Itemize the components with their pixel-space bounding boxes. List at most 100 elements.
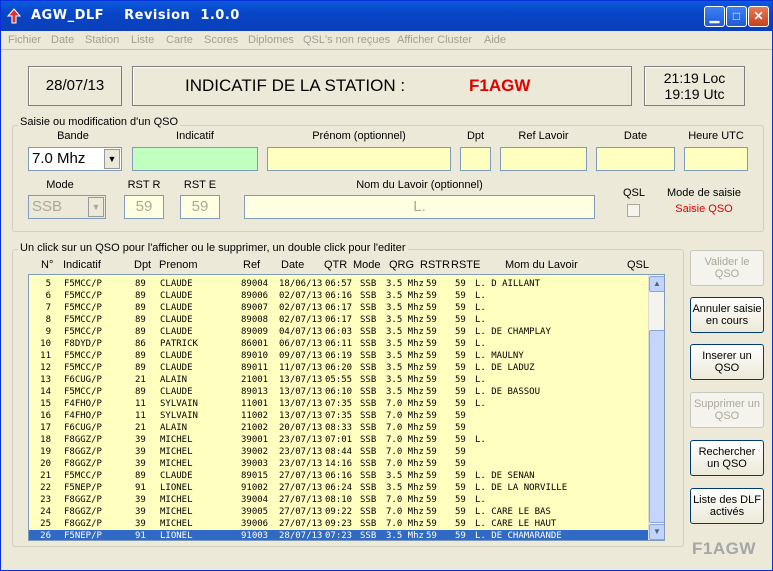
rste-input[interactable]: 59 [180, 195, 220, 219]
col-qsl: QSL [627, 259, 650, 271]
table-cell: 27/07/13 [279, 519, 323, 529]
table-row[interactable]: 6 F5MCC/P 89 CLAUDE 89006 02/07/13 06:16 SSB 3.5… [29, 290, 649, 302]
table-cell: 3.5 Mhz [386, 363, 424, 373]
menu-afficher-cluster[interactable]: Afficher Cluster [397, 34, 472, 46]
menu-diplomes[interactable]: Diplomes [248, 34, 294, 46]
table-cell: F5NEP/P [64, 531, 102, 541]
qsl-checkbox[interactable] [627, 204, 640, 217]
table-cell: 7.0 Mhz [386, 423, 424, 433]
table-row[interactable]: 21 F5MCC/P 89 CLAUDE 89015 27/07/13 06:16 SSB 3.… [29, 470, 649, 482]
menu-qsl-non-recues[interactable]: QSL's non reçues [303, 34, 390, 46]
menu-carte[interactable]: Carte [166, 34, 193, 46]
table-cell: SSB [360, 375, 377, 385]
rstr-input[interactable]: 59 [124, 195, 164, 219]
table-cell: 59 [426, 411, 437, 421]
indicatif-input[interactable] [132, 147, 258, 171]
qsl-label: QSL [622, 187, 645, 199]
table-cell: CLAUDE [160, 279, 193, 289]
table-cell: SSB [360, 303, 377, 313]
bande-value: 7.0 Mhz [32, 150, 86, 167]
menu-fichier[interactable]: Fichier [8, 34, 41, 46]
scroll-up-button[interactable]: ▲ [649, 276, 664, 292]
table-row[interactable]: 17 F6CUG/P 21 ALAIN 21002 20/07/13 08:33 SSB 7.0… [29, 422, 649, 434]
table-cell: 89 [135, 387, 146, 397]
table-cell: 59 [426, 375, 437, 385]
table-row[interactable]: 26 F5NEP/P 91 LIONEL 91003 28/07/13 07:23 SSB 3.… [29, 530, 649, 541]
col-date: Date [281, 259, 305, 271]
table-row[interactable]: 7 F5MCC/P 89 CLAUDE 89007 02/07/13 06:17 SSB 3.5… [29, 302, 649, 314]
table-row[interactable]: 9 F5MCC/P 89 CLAUDE 89009 04/07/13 06:03 SSB 3.5… [29, 326, 649, 338]
table-row[interactable]: 5 F5MCC/P 89 CLAUDE 89004 18/06/13 06:57 SSB 3.5… [29, 278, 649, 290]
dpt-input[interactable] [460, 147, 491, 171]
table-row[interactable]: 16 F4FHO/P 11 SYLVAIN 11002 13/07/13 07:35 SSB 7… [29, 410, 649, 422]
table-cell: 26 [40, 531, 51, 541]
minimize-button[interactable]: ▁ [704, 6, 725, 27]
table-cell: 3.5 Mhz [386, 327, 424, 337]
table-cell: SSB [360, 435, 377, 445]
supprimer-qso-button[interactable]: Supprimer un QSO [690, 392, 764, 428]
bande-select[interactable]: 7.0 Mhz ▼ [28, 147, 122, 171]
maximize-button[interactable]: □ [726, 6, 747, 27]
table-row[interactable]: 11 F5MCC/P 89 CLAUDE 89010 09/07/13 06:19 SSB 3.… [29, 350, 649, 362]
table-cell: 39 [135, 447, 146, 457]
table-row[interactable]: 8 F5MCC/P 89 CLAUDE 89008 02/07/13 06:17 SSB 3.5… [29, 314, 649, 326]
table-row[interactable]: 20 F8GGZ/P 39 MICHEL 39003 23/07/13 14:16 SSB 7.… [29, 458, 649, 470]
table-cell: 06:10 [325, 387, 353, 397]
heure-utc-input[interactable] [684, 147, 748, 171]
table-cell: L. [475, 435, 486, 445]
liste-dlf-button[interactable]: Liste des DLF activés [690, 488, 764, 524]
table-cell: SSB [360, 447, 377, 457]
table-row[interactable]: 12 F5MCC/P 89 CLAUDE 89011 11/07/13 06:20 SSB 3.… [29, 362, 649, 374]
lavoir-input[interactable]: L. [244, 195, 595, 219]
title-bar[interactable]: AGW_DLF Revision 1.0.0 ▁ □ ✕ [1, 1, 772, 31]
table-cell: 09:22 [325, 507, 353, 517]
table-row[interactable]: 25 F8GGZ/P 39 MICHEL 39006 27/07/13 09:23 SSB 7.… [29, 518, 649, 530]
table-cell: 59 [455, 315, 466, 325]
col-qtr: QTR [324, 259, 348, 271]
col-rste: RSTE [451, 259, 481, 271]
rechercher-qso-button[interactable]: Rechercher un QSO [690, 440, 764, 476]
date-input[interactable] [596, 147, 675, 171]
table-cell: 27/07/13 [279, 483, 323, 493]
table-cell: 39005 [241, 507, 269, 517]
table-cell: SSB [360, 279, 377, 289]
scroll-down-button[interactable]: ▼ [649, 524, 664, 540]
table-row[interactable]: 22 F5NEP/P 91 LIONEL 91002 27/07/13 06:24 SSB 3.… [29, 482, 649, 494]
menu-station[interactable]: Station [85, 34, 119, 46]
table-cell: 91003 [241, 531, 269, 541]
table-row[interactable]: 23 F8GGZ/P 39 MICHEL 39004 27/07/13 08:10 SSB 7.… [29, 494, 649, 506]
lavoir-label: Nom du Lavoir (optionnel) [356, 179, 483, 191]
table-row[interactable]: 19 F8GGZ/P 39 MICHEL 39002 23/07/13 08:44 SSB 7.… [29, 446, 649, 458]
table-cell: CLAUDE [160, 387, 193, 397]
table-cell: 39 [135, 459, 146, 469]
menu-scores[interactable]: Scores [204, 34, 238, 46]
table-cell: 13/07/13 [279, 387, 323, 397]
inserer-qso-button[interactable]: Inserer un QSO [690, 344, 764, 380]
station-callsign: F1AGW [469, 76, 531, 95]
table-cell: SYLVAIN [160, 399, 198, 409]
table-row[interactable]: 13 F6CUG/P 21 ALAIN 21001 13/07/13 05:55 SSB 3.5… [29, 374, 649, 386]
ref-lavoir-input[interactable] [500, 147, 587, 171]
annuler-saisie-button[interactable]: Annuler saisie en cours [690, 297, 764, 333]
table-cell: F8GGZ/P [64, 495, 102, 505]
table-row[interactable]: 10 F8DYD/P 86 PATRICK 86001 06/07/13 06:11 SSB 3… [29, 338, 649, 350]
table-row[interactable]: 24 F8GGZ/P 39 MICHEL 39005 27/07/13 09:22 SSB 7.… [29, 506, 649, 518]
scroll-thumb[interactable] [649, 330, 664, 523]
table-row[interactable]: 18 F8GGZ/P 39 MICHEL 39001 23/07/13 07:01 SSB 7.… [29, 434, 649, 446]
table-cell: 18/06/13 [279, 279, 323, 289]
close-button[interactable]: ✕ [748, 6, 769, 27]
mode-select[interactable]: SSB ▼ [28, 195, 106, 219]
table-row[interactable]: 15 F4FHO/P 11 SYLVAIN 11001 13/07/13 07:35 SSB 7… [29, 398, 649, 410]
table-cell: 59 [426, 507, 437, 517]
prenom-input[interactable] [267, 147, 451, 171]
table-row[interactable]: 14 F5MCC/P 89 CLAUDE 89013 13/07/13 06:10 SSB 3.… [29, 386, 649, 398]
menu-liste[interactable]: Liste [131, 34, 154, 46]
table-cell: F5MCC/P [64, 387, 102, 397]
qso-list[interactable]: 5 F5MCC/P 89 CLAUDE 89004 18/06/13 06:57 SSB 3.5… [28, 274, 665, 541]
list-scrollbar[interactable]: ▲ ▼ [648, 275, 664, 540]
menu-aide[interactable]: Aide [484, 34, 506, 46]
table-cell: 06:11 [325, 339, 353, 349]
table-cell: 59 [455, 399, 466, 409]
valider-qso-button[interactable]: Valider le QSO [690, 250, 764, 286]
menu-date[interactable]: Date [51, 34, 74, 46]
